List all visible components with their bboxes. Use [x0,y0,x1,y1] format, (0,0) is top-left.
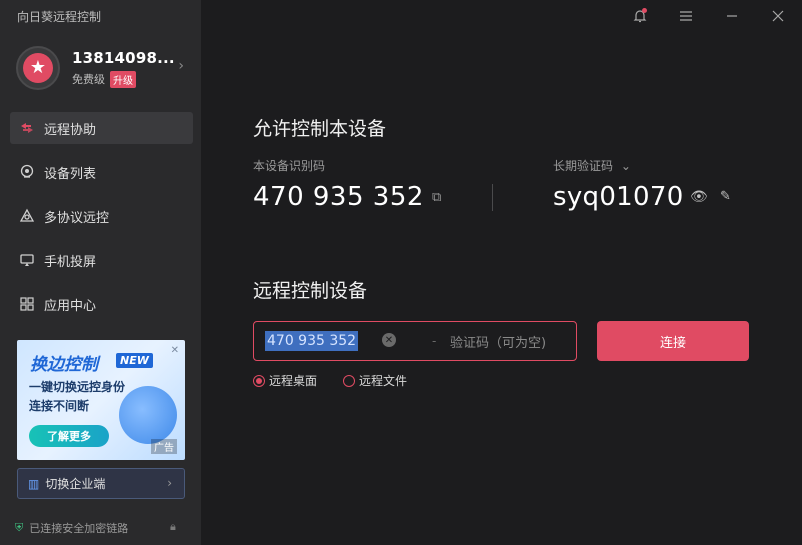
avatar[interactable]: ★ [16,46,60,90]
sidebar-item-label: 手机投屏 [44,254,97,270]
eye-icon[interactable]: 👁︎ [690,189,708,205]
radio-remote-desktop[interactable]: 远程桌面 [253,372,317,389]
switch-enterprise-button[interactable]: ▥ 切换企业端 › [17,468,185,499]
remote-assist-icon [18,119,36,137]
switch-enterprise-label: 切换企业端 [45,477,106,491]
remote-id-input[interactable]: 470 935 352 [265,331,359,351]
chevron-down-icon: ⌄ [620,159,631,173]
chevron-right-icon: › [167,476,172,490]
ad-line-1: 一键切换远控身份 [29,380,126,394]
username: 13814098... [72,48,175,67]
passcode-label: 长期验证码 [553,159,614,173]
device-id: 470 935 352 [253,182,424,212]
app-center-icon [18,295,36,313]
long-term-passcode: syq01070 [553,182,684,212]
allow-control-title: 允许控制本设备 [253,118,387,140]
notification-dot [642,8,647,13]
close-icon[interactable]: ✕ [171,345,179,356]
radio-remote-file[interactable]: 远程文件 [343,372,407,389]
device-id-label: 本设备识别码 [253,159,326,173]
multi-protocol-icon [18,207,36,225]
upgrade-badge[interactable]: 升级 [110,70,136,88]
chevron-right-icon[interactable]: › [178,58,184,74]
sidebar-item-label: 应用中心 [44,298,97,314]
radio-label: 远程文件 [359,374,408,388]
divider [492,184,493,211]
device-list-icon [18,163,36,181]
sidebar: 向日葵远程控制 ★ 13814098... 免费级 升级 › 远程协助 设备列表… [0,0,201,545]
minimize-icon[interactable] [722,6,742,26]
ad-tag: 广告 [151,439,177,454]
lock-icon[interactable]: 🔒︎ [170,520,176,534]
ad-line-2: 连接不间断 [29,399,90,413]
profile-card[interactable]: ★ 13814098... 免费级 升级 › [16,44,186,92]
remote-id-field[interactable]: 470 935 352 ✕ - 验证码（可为空) [253,321,577,361]
edit-icon[interactable]: ✎ [720,189,731,204]
field-separator: - [432,334,437,348]
sidebar-nav: 远程协助 设备列表 多协议远控 手机投屏 应用中心 [10,112,193,332]
bell-icon[interactable] [630,6,650,26]
connect-button[interactable]: 连接 [597,321,749,361]
connection-status: ⛨ 已连接安全加密链路 [15,520,128,536]
account-tier: 免费级 [72,73,105,86]
menu-icon[interactable] [676,6,696,26]
app-window: 向日葵远程控制 ★ 13814098... 免费级 升级 › 远程协助 设备列表… [0,0,802,545]
sidebar-item-multi-protocol[interactable]: 多协议远控 [10,200,193,232]
learn-more-button[interactable]: 了解更多 [29,425,109,447]
ad-illustration [119,386,177,444]
app-title: 向日葵远程控制 [17,10,102,24]
sidebar-item-screen-cast[interactable]: 手机投屏 [10,244,193,276]
building-icon: ▥ [28,476,40,491]
remote-control-title: 远程控制设备 [253,280,368,302]
status-text: 已连接安全加密链路 [29,522,129,535]
screen-cast-icon [18,251,36,269]
sidebar-item-label: 多协议远控 [44,210,110,226]
sidebar-item-remote-assist[interactable]: 远程协助 [10,112,193,144]
sidebar-item-label: 设备列表 [44,166,97,182]
sidebar-item-device-list[interactable]: 设备列表 [10,156,193,188]
close-icon[interactable] [768,6,788,26]
clear-icon[interactable]: ✕ [382,333,396,347]
sidebar-item-app-center[interactable]: 应用中心 [10,288,193,320]
sidebar-item-label: 远程协助 [44,122,97,138]
verification-code-input[interactable]: 验证码（可为空) [450,332,546,351]
ad-banner[interactable]: 换边控制 NEW ✕ 一键切换远控身份 连接不间断 了解更多 广告 [17,340,185,460]
passcode-label-group[interactable]: 长期验证码 ⌄ [553,157,631,174]
star-icon: ★ [23,53,53,83]
radio-label: 远程桌面 [269,374,318,388]
ad-title: 换边控制 [30,355,98,375]
copy-icon[interactable]: ⧉ [432,190,441,205]
new-badge: NEW [116,353,153,368]
radio-button[interactable] [343,374,355,387]
radio-button[interactable] [253,374,265,387]
shield-check-icon: ⛨ [15,521,24,534]
